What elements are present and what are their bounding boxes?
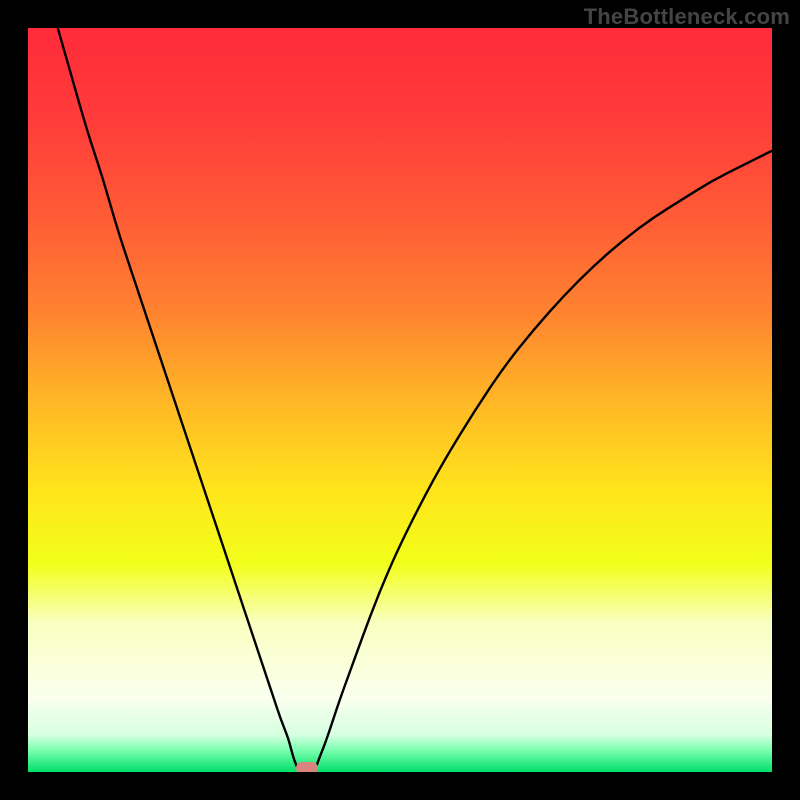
watermark-text: TheBottleneck.com	[584, 4, 790, 30]
gradient-background	[28, 28, 772, 772]
chart-frame: TheBottleneck.com	[0, 0, 800, 800]
plot-area	[28, 28, 772, 772]
chart-svg	[28, 28, 772, 772]
bottleneck-point-marker	[296, 762, 318, 772]
